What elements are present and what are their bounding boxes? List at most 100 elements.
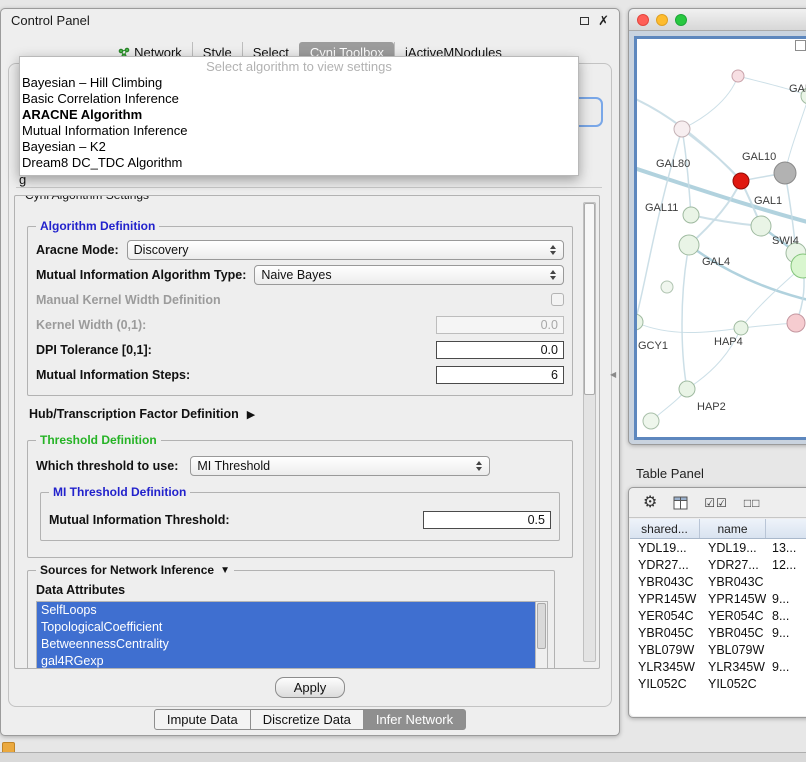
algorithm-option[interactable]: Bayesian – Hill Climbing (20, 75, 578, 91)
data-attributes-list[interactable]: SelfLoopsTopologicalCoefficientBetweenne… (36, 601, 548, 668)
select-all-icon[interactable]: ☑☑ (704, 496, 728, 510)
float-window-icon[interactable] (580, 17, 589, 25)
tab-discretize-data[interactable]: Discretize Data (250, 709, 364, 730)
scrollbar-thumb[interactable] (584, 203, 595, 395)
network-view-window: GAL7GAL80GAL10GAL11GAL1SWI4GAL4GCY1HAP4H… (628, 8, 806, 445)
table-row[interactable]: YER054CYER054C8... (630, 607, 806, 624)
network-svg[interactable]: GAL7GAL80GAL10GAL11GAL1SWI4GAL4GCY1HAP4H… (637, 39, 806, 437)
data-attributes-label: Data Attributes (36, 583, 546, 597)
network-node[interactable] (734, 321, 748, 335)
mi-type-select[interactable]: Naive Bayes (254, 265, 564, 285)
minimize-traffic-light[interactable] (656, 14, 668, 26)
mi-threshold-row: Mutual Information Threshold: 0.5 (49, 507, 551, 532)
manual-kernel-row: Manual Kernel Width Definition (36, 287, 564, 312)
network-node[interactable] (661, 281, 673, 293)
aracne-mode-select[interactable]: Discovery (127, 240, 564, 260)
network-node[interactable] (679, 235, 699, 255)
mi-steps-input[interactable]: 6 (436, 366, 564, 384)
network-node[interactable] (733, 173, 749, 189)
algorithm-option-selected[interactable]: ARACNE Algorithm (20, 107, 578, 123)
network-node[interactable] (732, 70, 744, 82)
table-cell: YER054C (630, 607, 700, 624)
algorithm-option[interactable]: Dream8 DC_TDC Algorithm (20, 155, 578, 171)
table-row[interactable]: YBR043CYBR043C (630, 573, 806, 590)
table-row[interactable]: YBL079WYBL079W (630, 641, 806, 658)
table-row[interactable]: YIL052CYIL052C (630, 675, 806, 692)
which-threshold-select[interactable]: MI Threshold (190, 456, 490, 476)
network-edge (637, 322, 741, 333)
table-row[interactable]: YPR145WYPR145W9... (630, 590, 806, 607)
which-threshold-row: Which threshold to use: MI Threshold (36, 453, 564, 478)
kernel-width-input[interactable]: 0.0 (436, 316, 564, 334)
table-cell: YDR27... (700, 556, 766, 573)
attribute-item[interactable]: BetweennessCentrality (37, 636, 535, 653)
tab-infer-network[interactable]: Infer Network (363, 709, 466, 730)
table-cell: YLR345W (630, 658, 700, 675)
titlebar-buttons: ✗ (580, 14, 609, 27)
network-edge (691, 215, 761, 226)
table-cell (766, 675, 806, 692)
network-node[interactable] (683, 207, 699, 223)
table-cell (766, 641, 806, 658)
algorithm-definition-title: Algorithm Definition (36, 219, 159, 233)
attribute-item[interactable]: TopologicalCoefficient (37, 619, 535, 636)
panel-splitter-icon[interactable]: ◀ (610, 370, 616, 379)
column-header-name[interactable]: name (700, 519, 766, 538)
network-node[interactable] (751, 216, 771, 236)
attribute-item[interactable]: gal4RGexp (37, 653, 535, 668)
algorithm-option[interactable]: Bayesian – K2 (20, 139, 578, 155)
mi-threshold-label: Mutual Information Threshold: (49, 513, 230, 527)
algorithm-option[interactable]: Basic Correlation Inference (20, 91, 578, 107)
combo-arrows-icon (548, 270, 557, 280)
network-window-titlebar[interactable] (629, 9, 806, 31)
network-node[interactable] (643, 413, 659, 429)
network-edge (682, 129, 741, 181)
table-row[interactable]: YLR345WYLR345W9... (630, 658, 806, 675)
zoom-traffic-light[interactable] (675, 14, 687, 26)
network-canvas[interactable]: GAL7GAL80GAL10GAL11GAL1SWI4GAL4GCY1HAP4H… (634, 36, 806, 440)
attribute-item[interactable]: SelfLoops (37, 602, 535, 619)
deselect-all-icon[interactable]: □□ (744, 496, 761, 510)
control-panel-titlebar[interactable]: Control Panel ✗ (1, 9, 619, 32)
network-node[interactable] (637, 314, 643, 330)
network-node[interactable] (679, 381, 695, 397)
network-node[interactable] (674, 121, 690, 137)
table-panel-window: ⚙ ☑☑ □□ shared... name YDL19...YDL19...1… (628, 487, 806, 718)
columns-icon[interactable] (673, 496, 688, 510)
close-traffic-light[interactable] (637, 14, 649, 26)
close-icon[interactable]: ✗ (598, 14, 609, 27)
kernel-width-label: Kernel Width (0,1): (36, 318, 146, 332)
algorithm-option[interactable]: Mutual Information Inference (20, 123, 578, 139)
threshold-definition-group: Threshold Definition Which threshold to … (27, 440, 573, 558)
network-node[interactable] (787, 314, 805, 332)
table-cell: YBL079W (700, 641, 766, 658)
table-cell: YLR345W (700, 658, 766, 675)
network-node[interactable] (774, 162, 796, 184)
gear-icon[interactable]: ⚙ (643, 495, 657, 511)
aracne-mode-row: Aracne Mode: Discovery (36, 237, 564, 262)
tab-impute-data[interactable]: Impute Data (154, 709, 251, 730)
mi-threshold-input[interactable]: 0.5 (423, 511, 551, 529)
column-header-clipped[interactable] (766, 519, 806, 538)
table-row[interactable]: YBR045CYBR045C9... (630, 624, 806, 641)
birdseye-toggle[interactable] (795, 40, 806, 51)
apply-button[interactable]: Apply (275, 677, 346, 698)
sources-toggle[interactable]: Sources for Network Inference ▼ (36, 563, 234, 577)
table-cell: YDL19... (630, 539, 700, 556)
mi-threshold-group: MI Threshold Definition Mutual Informati… (40, 492, 560, 541)
list-scrollbar[interactable] (535, 602, 547, 668)
kernel-width-row: Kernel Width (0,1): 0.0 (36, 312, 564, 337)
manual-kernel-checkbox[interactable] (551, 293, 564, 306)
table-toolbar: ⚙ ☑☑ □□ (629, 488, 806, 518)
table-cell: YBL079W (630, 641, 700, 658)
dpi-tolerance-input[interactable]: 0.0 (436, 341, 564, 359)
network-node-label: GAL10 (742, 151, 776, 163)
table-row[interactable]: YDL19...YDL19...13... (630, 539, 806, 556)
column-header-shared-name[interactable]: shared... (630, 519, 700, 538)
table-cell: 12... (766, 556, 806, 573)
scrollbar-thumb[interactable] (537, 603, 546, 649)
table-row[interactable]: YDR27...YDR27...12... (630, 556, 806, 573)
settings-scrollbar[interactable] (583, 202, 596, 662)
hub-definition-toggle[interactable]: Hub/Transcription Factor Definition ▶ (29, 404, 569, 424)
table-cell: 8... (766, 607, 806, 624)
